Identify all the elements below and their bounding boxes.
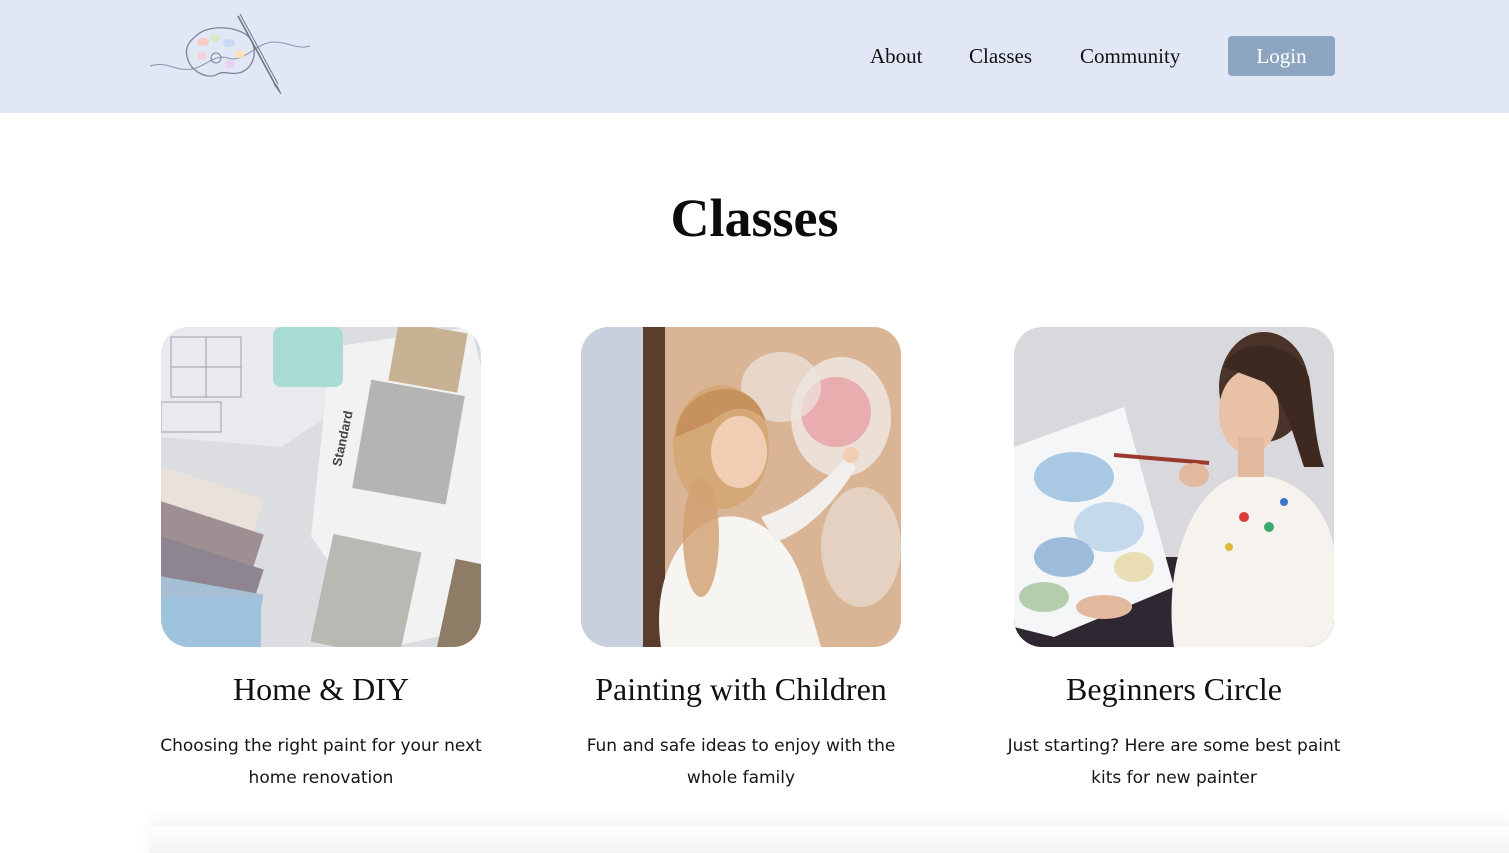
nav-link-classes[interactable]: Classes [969, 44, 1032, 69]
card-title[interactable]: Painting with Children [501, 671, 981, 708]
card-description: Just starting? Here are some best paint … [1007, 736, 1341, 788]
child-painting-photo-icon[interactable] [581, 327, 901, 647]
card-title[interactable]: Beginners Circle [934, 671, 1414, 708]
site-header: About Classes Community Login [0, 0, 1509, 113]
login-button[interactable]: Login [1228, 36, 1335, 76]
class-card-home-diy: Standard Home & DIY Choosing the right p… [160, 327, 482, 788]
card-description: Choosing the right paint for your next h… [160, 736, 482, 788]
next-section-edge [150, 826, 1509, 853]
class-card-beginners-circle: Beginners Circle Just starting? Here are… [1008, 327, 1340, 788]
paint-swatches-photo-icon[interactable]: Standard [161, 327, 481, 647]
woman-painting-photo-icon[interactable] [1014, 327, 1334, 647]
nav-link-about[interactable]: About [870, 44, 923, 69]
class-card-painting-with-children: Painting with Children Fun and safe idea… [581, 327, 901, 788]
card-title[interactable]: Home & DIY [81, 671, 561, 708]
nav-link-community[interactable]: Community [1080, 44, 1180, 69]
palette-brush-logo-icon[interactable] [148, 12, 313, 97]
page-title: Classes [668, 182, 841, 257]
card-description: Fun and safe ideas to enjoy with the who… [586, 736, 896, 788]
page-title-section: Classes [0, 182, 1509, 257]
page-title-text: Classes [670, 188, 839, 248]
